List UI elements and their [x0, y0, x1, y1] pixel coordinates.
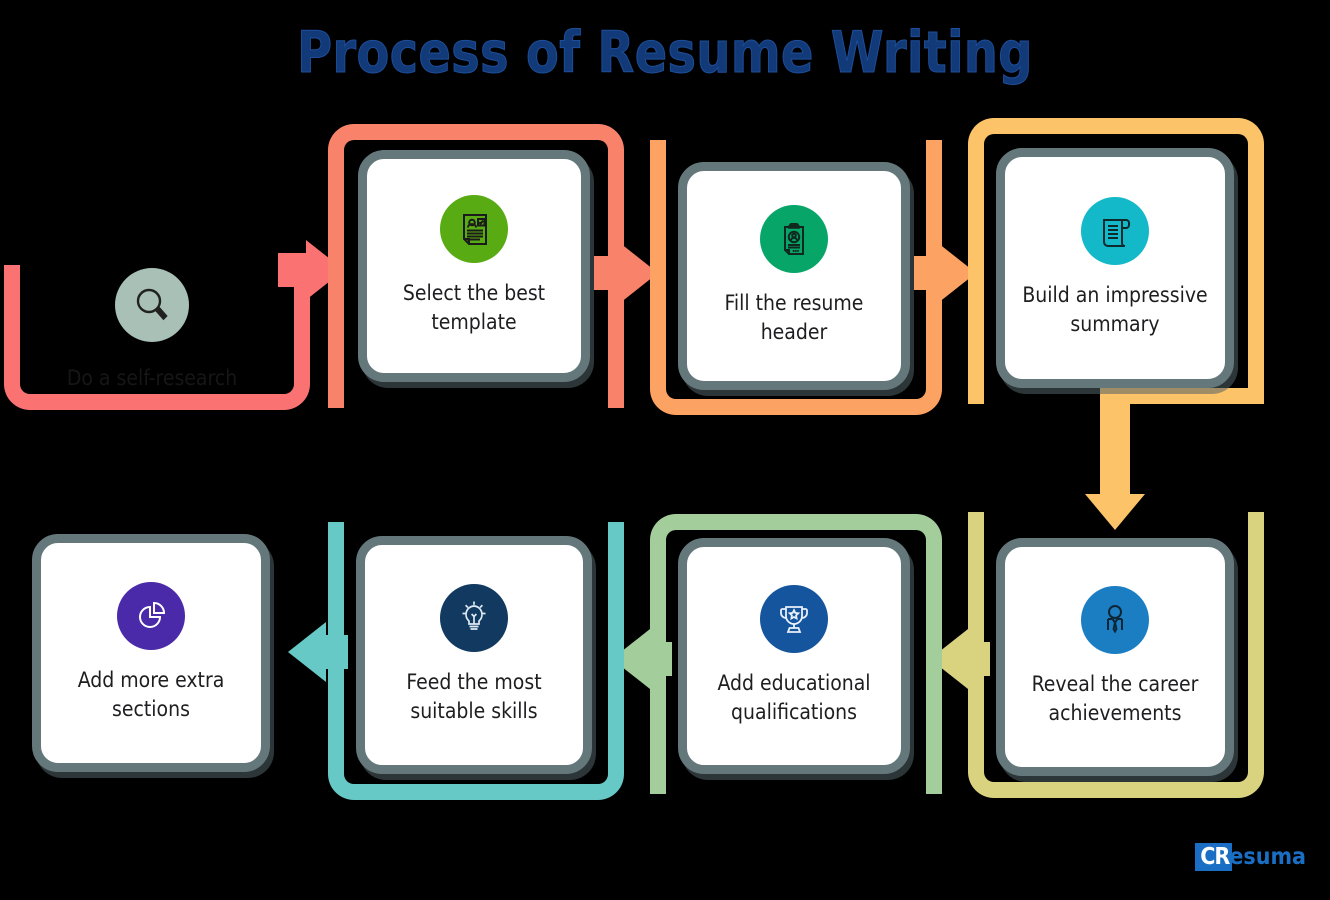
step-card-3[interactable]: Fill the resume header	[678, 162, 910, 390]
arrow-step2-shaft	[594, 256, 624, 290]
step-label-3: Fill the resume header	[724, 291, 864, 344]
arrow-step3-shaft	[914, 256, 942, 290]
arrow-step6-shaft	[644, 642, 672, 676]
step-label-5: Reveal the career achievements	[1031, 672, 1199, 725]
step-label-8: Add more extra sections	[77, 668, 225, 721]
brand-mark: CR	[1195, 843, 1233, 871]
step-card-8[interactable]: Add more extra sections	[32, 534, 270, 772]
step-card-1[interactable]: Do a self-research	[34, 255, 270, 405]
business-person-icon	[1081, 586, 1149, 655]
step-label-4: Build an impressive summary	[1022, 283, 1208, 336]
arrow-step1-to-step2	[306, 240, 344, 300]
trophy-icon	[760, 585, 828, 654]
rail-step4-vertical	[1100, 388, 1130, 496]
step-label-1: Do a self-research	[66, 365, 238, 390]
arrow-step4-to-step5	[1085, 494, 1145, 530]
brand-logo[interactable]: CR esuma	[1195, 842, 1306, 872]
step-label-6: Add educational qualifications	[717, 671, 871, 724]
step-label-2: Select the best template	[402, 281, 546, 334]
arrow-step7-shaft	[320, 635, 348, 669]
arrow-step5-shaft	[962, 642, 990, 676]
brand-word: esuma	[1229, 844, 1306, 870]
arrow-step2-to-step3	[620, 243, 658, 303]
resume-document-icon	[440, 195, 508, 264]
arrow-step3-to-step4	[938, 243, 976, 303]
pie-chart-icon	[117, 582, 185, 651]
step-card-7[interactable]: Feed the most suitable skills	[356, 536, 592, 774]
arrow-step1-shaft	[278, 253, 310, 287]
magnifier-icon	[115, 267, 189, 342]
infographic-canvas: Process of Resume Writing Do a self-rese…	[0, 0, 1330, 900]
step-card-4[interactable]: Build an impressive summary	[996, 148, 1234, 388]
clipboard-profile-icon	[760, 205, 828, 274]
step-card-5[interactable]: Reveal the career achievements	[996, 538, 1234, 776]
step-label-7: Feed the most suitable skills	[406, 670, 542, 723]
scroll-document-icon	[1081, 197, 1149, 266]
lightbulb-icon	[440, 584, 508, 653]
step-card-2[interactable]: Select the best template	[358, 150, 590, 382]
page-title: Process of Resume Writing	[297, 20, 1033, 87]
step-card-6[interactable]: Add educational qualifications	[678, 538, 910, 774]
rail-step5-left	[968, 512, 984, 652]
